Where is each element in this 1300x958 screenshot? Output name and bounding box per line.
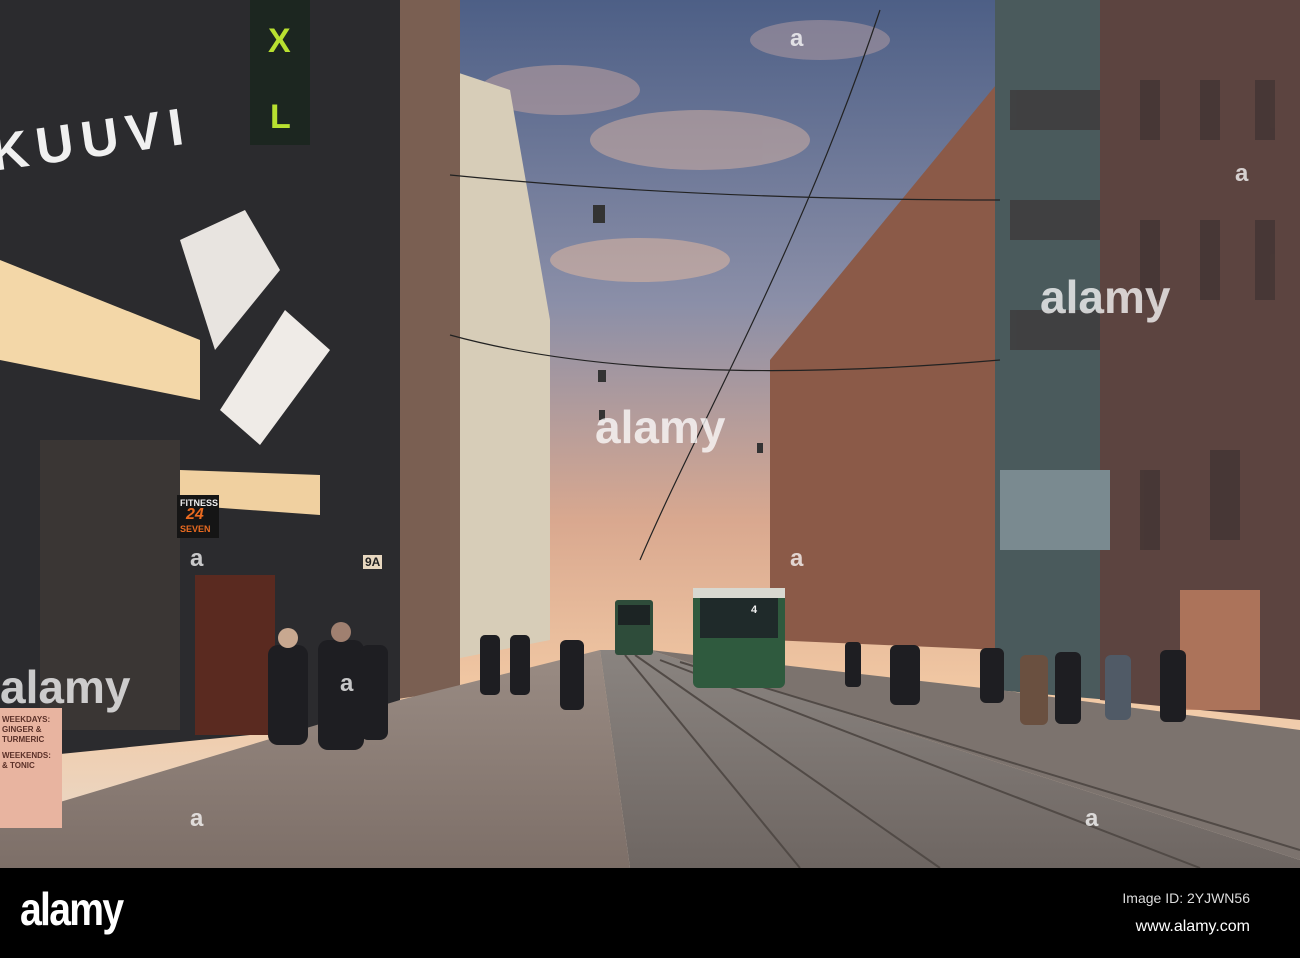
- watermark-letter: a: [190, 545, 204, 572]
- board-line: WEEKENDS:: [2, 751, 51, 760]
- xl-sign-bottom: L: [270, 98, 291, 136]
- board-line: TURMERIC: [2, 735, 45, 744]
- watermark-letter: a: [790, 545, 804, 572]
- tram-near: [693, 588, 785, 688]
- watermark-logo: alamy: [0, 661, 131, 713]
- xl-sign-top: X: [268, 22, 291, 60]
- left-building-mid: [390, 0, 460, 700]
- street-photo: X L KUUVI FITNESS 24 SEVEN 9A 4 WEEKDAYS…: [0, 0, 1300, 868]
- board-line: WEEKDAYS:: [2, 715, 51, 724]
- watermark-letter: a: [790, 25, 804, 52]
- board-line: GINGER &: [2, 725, 42, 734]
- watermark-logo: alamy: [1040, 271, 1171, 323]
- watermark-letter: a: [1085, 805, 1099, 832]
- tram-far: [615, 600, 653, 655]
- alamy-logo: alamy: [20, 883, 124, 935]
- board-line: & TONIC: [2, 761, 35, 770]
- footer-bar: alamy Image ID: 2YJWN56 www.alamy.com: [0, 868, 1300, 958]
- watermark-letter: a: [190, 805, 204, 832]
- glass-storefront: [1000, 470, 1110, 550]
- gym-sign-line3: SEVEN: [180, 524, 211, 534]
- watermark-letter: a: [1235, 160, 1249, 187]
- sandwich-board-text: WEEKDAYS: GINGER & TURMERIC WEEKENDS: & …: [2, 715, 51, 771]
- address-sign: 9A: [363, 555, 383, 569]
- watermark-logo: alamy: [595, 401, 726, 453]
- website-url: www.alamy.com: [1135, 918, 1250, 935]
- gym-sign-line2: 24: [186, 506, 204, 523]
- tram-route-number: 4: [751, 604, 758, 616]
- image-id: Image ID: 2YJWN56: [1122, 890, 1250, 906]
- watermark-letter: a: [340, 670, 354, 697]
- store-window-right: [1180, 590, 1260, 710]
- stock-photo-page: X L KUUVI FITNESS 24 SEVEN 9A 4 WEEKDAYS…: [0, 0, 1300, 958]
- shop-door: [195, 575, 275, 735]
